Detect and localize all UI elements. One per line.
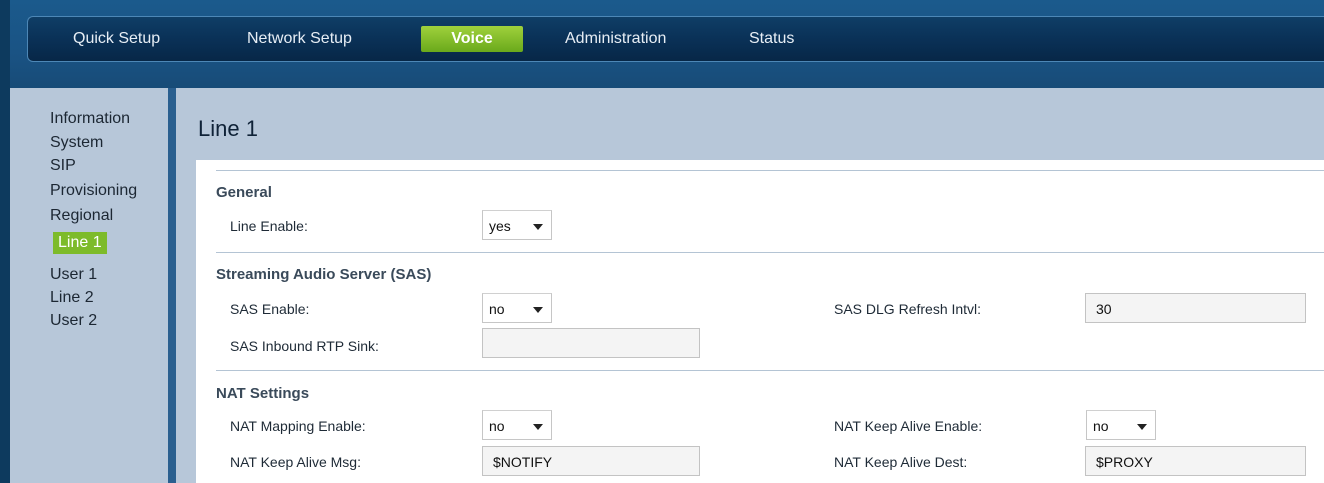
- nat-mapping-enable-value: no: [489, 418, 505, 434]
- nat-mapping-enable-label: NAT Mapping Enable:: [230, 418, 366, 434]
- sas-enable-label: SAS Enable:: [230, 301, 310, 317]
- main-nav: Quick Setup Network Setup Voice Administ…: [27, 16, 1324, 62]
- section-title-general: General: [216, 184, 272, 201]
- chevron-down-icon: [1137, 424, 1147, 430]
- sidebar-item-information[interactable]: Information: [50, 110, 130, 128]
- sidebar-item-line-2[interactable]: Line 2: [50, 289, 94, 307]
- nat-keepalive-dest-input[interactable]: $PROXY: [1085, 446, 1306, 476]
- nat-keepalive-msg-label: NAT Keep Alive Msg:: [230, 454, 361, 470]
- line-enable-value: yes: [489, 218, 511, 234]
- nav-tab-quick-setup[interactable]: Quick Setup: [73, 30, 160, 48]
- nav-tab-administration[interactable]: Administration: [565, 30, 666, 48]
- page-title: Line 1: [198, 116, 258, 141]
- sas-enable-value: no: [489, 301, 505, 317]
- sas-inbound-rtp-label: SAS Inbound RTP Sink:: [230, 338, 379, 354]
- section-title-nat: NAT Settings: [216, 385, 310, 402]
- nat-keepalive-enable-select[interactable]: no: [1086, 410, 1156, 440]
- section-title-sas: Streaming Audio Server (SAS): [216, 266, 432, 283]
- content-area: Line 1 General Line Enable: yes Streamin…: [176, 88, 1324, 483]
- sas-dlg-refresh-label: SAS DLG Refresh Intvl:: [834, 301, 982, 317]
- divider: [216, 370, 1324, 371]
- sidebar-item-system[interactable]: System: [50, 134, 103, 152]
- sidebar-item-sip[interactable]: SIP: [50, 157, 76, 175]
- nat-keepalive-msg-input[interactable]: $NOTIFY: [482, 446, 700, 476]
- nat-keepalive-enable-value: no: [1093, 418, 1109, 434]
- sidebar-item-regional[interactable]: Regional: [50, 207, 113, 225]
- sidebar-item-user-1[interactable]: User 1: [50, 266, 97, 284]
- sas-dlg-refresh-input[interactable]: 30: [1085, 293, 1306, 323]
- nav-tab-status[interactable]: Status: [749, 30, 794, 48]
- line-enable-label: Line Enable:: [230, 218, 308, 234]
- sas-inbound-rtp-input[interactable]: [482, 328, 700, 358]
- chevron-down-icon: [533, 224, 543, 230]
- sas-enable-select[interactable]: no: [482, 293, 552, 323]
- divider: [216, 170, 1324, 171]
- chevron-down-icon: [533, 307, 543, 313]
- nat-mapping-enable-select[interactable]: no: [482, 410, 552, 440]
- divider: [216, 252, 1324, 253]
- settings-panel: General Line Enable: yes Streaming Audio…: [196, 160, 1324, 483]
- nat-keepalive-dest-label: NAT Keep Alive Dest:: [834, 454, 968, 470]
- nat-keepalive-enable-label: NAT Keep Alive Enable:: [834, 418, 983, 434]
- sidebar-item-user-2[interactable]: User 2: [50, 312, 97, 330]
- sidebar-item-line-1[interactable]: Line 1: [53, 232, 107, 254]
- chevron-down-icon: [533, 424, 543, 430]
- nav-tab-network-setup[interactable]: Network Setup: [247, 30, 352, 48]
- window-edge: [0, 0, 10, 483]
- nav-tab-voice[interactable]: Voice: [421, 26, 523, 52]
- sidebar-item-provisioning[interactable]: Provisioning: [50, 182, 137, 200]
- line-enable-select[interactable]: yes: [482, 210, 552, 240]
- sidebar: Information System SIP Provisioning Regi…: [10, 88, 176, 483]
